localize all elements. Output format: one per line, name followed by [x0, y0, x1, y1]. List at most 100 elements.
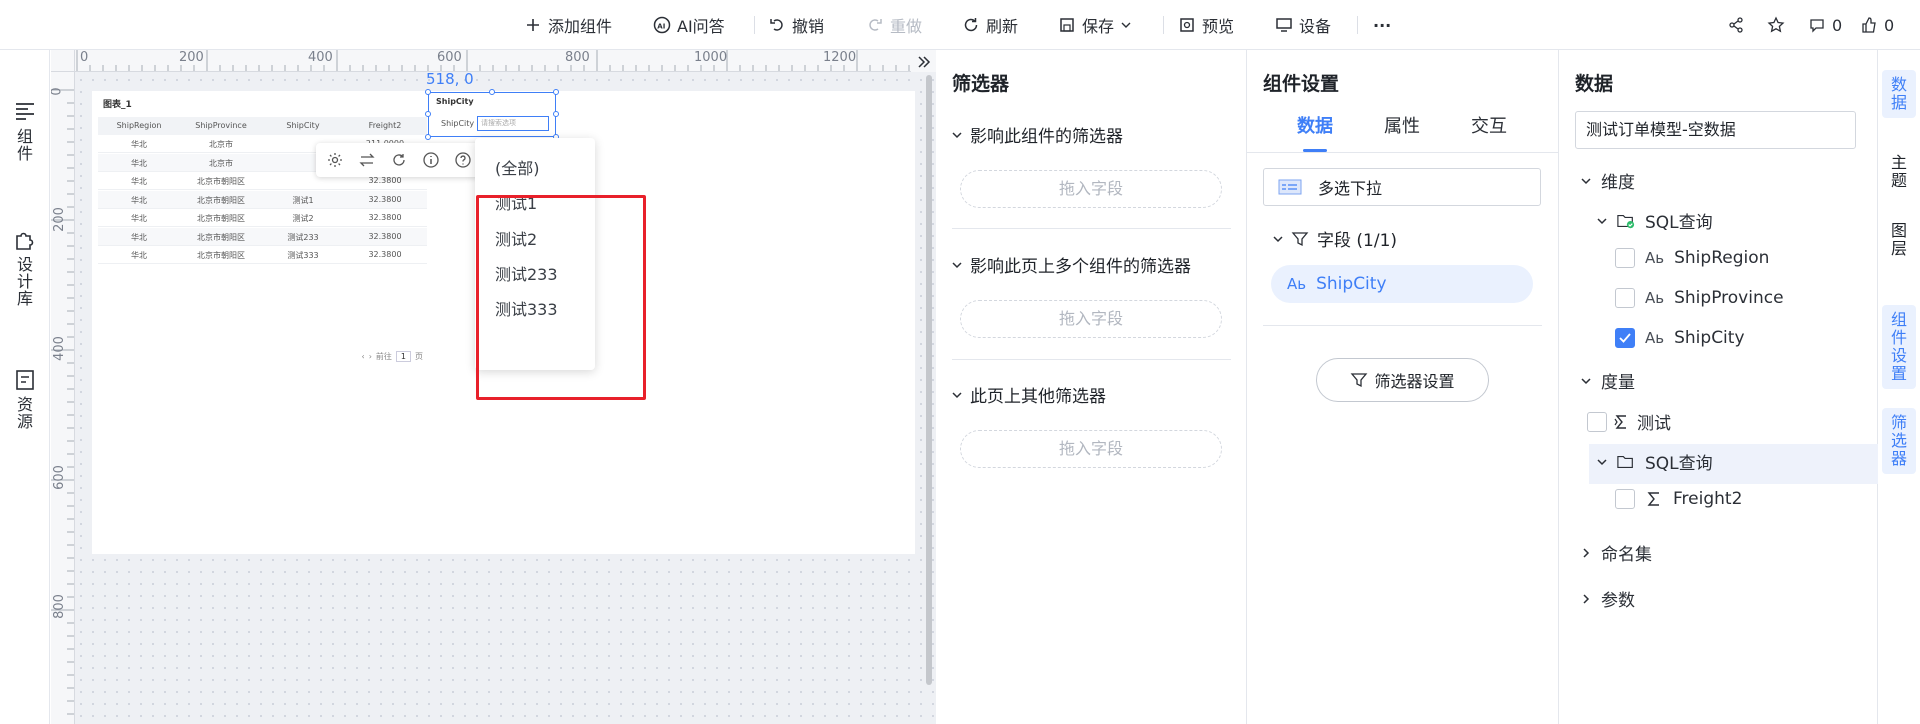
rail-resources-label: 资源	[17, 395, 34, 431]
table-cell: 华北	[131, 140, 147, 149]
dim-field-row[interactable]: Aь ShipCity	[1615, 328, 1745, 348]
canvas-scrollbar[interactable]	[926, 75, 932, 685]
ai-qa-button[interactable]: AI AI问答	[653, 13, 725, 37]
rail-resources[interactable]: 资源	[0, 368, 50, 430]
ruler-label: 0	[80, 50, 89, 65]
design-canvas[interactable]: 0 200 400 600 800 1000 1200 0 200 400 60…	[51, 50, 936, 724]
chevron-right-icon	[1583, 547, 1590, 558]
dimensions-group[interactable]: 维度	[1581, 168, 1635, 193]
widget-type-select[interactable]: 多选下拉	[1263, 168, 1541, 206]
rail-design-lib-label: 设计库	[17, 255, 34, 308]
info-icon[interactable]	[422, 151, 440, 169]
table-widget[interactable]: 图表_1 ShipRegion ShipProvince ShipCity Fr…	[94, 91, 427, 368]
add-component-button[interactable]: 添加组件	[524, 13, 612, 37]
resize-handle[interactable]	[425, 134, 431, 140]
measures-group[interactable]: 度量	[1581, 368, 1635, 393]
measure-checkbox[interactable]	[1587, 411, 1607, 432]
comments-button[interactable]: 0	[1808, 13, 1842, 37]
vtab-theme[interactable]: 主题	[1882, 148, 1916, 196]
preview-button[interactable]: 预览	[1178, 13, 1234, 37]
check-icon	[1619, 333, 1631, 343]
share-icon	[1727, 16, 1745, 34]
dim-checkbox[interactable]	[1615, 248, 1635, 268]
swap-icon[interactable]	[358, 151, 376, 169]
tab-data[interactable]: 数据	[1297, 112, 1333, 138]
vtab-filters[interactable]: 筛选器	[1882, 408, 1916, 474]
drop-zone[interactable]: 拖入字段	[960, 430, 1222, 468]
drop-zone[interactable]: 拖入字段	[960, 170, 1222, 208]
dropdown-option-all[interactable]: (全部)	[495, 155, 540, 179]
vtab-data[interactable]: 数据	[1882, 70, 1916, 118]
tab-interaction[interactable]: 交互	[1471, 112, 1507, 138]
pager-prev-icon[interactable]: ‹	[362, 352, 365, 361]
resize-handle[interactable]	[425, 111, 431, 117]
resize-handle[interactable]	[553, 111, 559, 117]
column-header[interactable]: ShipRegion	[98, 121, 180, 130]
ruler-corner	[51, 50, 75, 72]
like-button[interactable]: 0	[1860, 13, 1894, 37]
drop-zone[interactable]: 拖入字段	[960, 300, 1222, 338]
table-row[interactable]: 华北 北京市朝阳区 测试2 32.3800	[98, 209, 427, 227]
double-chevron-right-icon	[915, 53, 933, 71]
column-header[interactable]: ShipProvince	[180, 121, 262, 130]
save-button[interactable]: 保存	[1058, 13, 1132, 37]
params-group[interactable]: 参数	[1581, 586, 1635, 611]
folder-check-icon	[1617, 214, 1635, 228]
vtab-layers[interactable]: 图层	[1882, 216, 1916, 264]
undo-button[interactable]: 撤销	[768, 13, 824, 37]
dim-checkbox-checked[interactable]	[1615, 328, 1635, 348]
resize-handle[interactable]	[425, 89, 431, 95]
comment-icon	[1808, 16, 1826, 34]
measure-row[interactable]: 测试	[1587, 409, 1671, 434]
redo-button[interactable]: 重做	[866, 13, 922, 37]
help-icon[interactable]	[454, 151, 472, 169]
more-button[interactable]: ···	[1373, 13, 1391, 37]
tab-properties[interactable]: 属性	[1384, 112, 1420, 138]
column-header[interactable]: Freight2	[344, 121, 426, 130]
favorite-button[interactable]	[1767, 13, 1785, 37]
field-chip[interactable]: Aь ShipCity	[1271, 265, 1533, 303]
measure-field-row[interactable]: Freight2	[1615, 489, 1742, 509]
share-button[interactable]	[1727, 13, 1745, 37]
filter-widget[interactable]: ShipCity ShipCity 请搜索选项	[425, 89, 559, 140]
settings-icon[interactable]	[326, 151, 344, 169]
resize-handle[interactable]	[489, 89, 495, 95]
table-row[interactable]: 华北 北京市朝阳区 测试333 32.3800	[98, 246, 427, 264]
refresh-icon	[962, 16, 980, 34]
folder-open-icon	[1617, 455, 1633, 468]
measure-checkbox[interactable]	[1615, 489, 1635, 509]
table-cell: 华北	[131, 232, 147, 242]
chevron-down-icon	[952, 131, 962, 138]
dim-field-row[interactable]: Aь ShipRegion	[1615, 248, 1769, 268]
table-row[interactable]: 华北 北京市朝阳区 测试233 32.3800	[98, 227, 427, 246]
chevron-down-icon	[1581, 377, 1591, 384]
measure-sql-folder[interactable]: SQL查询	[1597, 449, 1713, 474]
canvas-collapse-button[interactable]	[911, 50, 936, 72]
device-button[interactable]: 设备	[1275, 13, 1331, 37]
rail-components[interactable]: 组件	[0, 100, 50, 162]
section-other-filters[interactable]: 此页上其他筛选器	[952, 382, 1106, 407]
dim-checkbox[interactable]	[1615, 288, 1635, 308]
dim-sql-folder[interactable]: SQL查询	[1597, 208, 1713, 233]
column-header[interactable]: ShipCity	[262, 121, 344, 130]
sigma-icon	[1614, 414, 1626, 429]
pager-next-icon[interactable]: ›	[369, 352, 372, 361]
fields-section[interactable]: 字段 (1/1)	[1273, 226, 1397, 251]
refresh-icon[interactable]	[390, 151, 408, 169]
divider	[952, 228, 1231, 229]
rail-design-lib[interactable]: 设计库	[0, 228, 50, 307]
filter-select-input[interactable]: 请搜索选项	[477, 116, 549, 131]
resize-handle[interactable]	[553, 89, 559, 95]
dim-field-row[interactable]: Aь ShipProvince	[1615, 288, 1784, 308]
section-page-filters[interactable]: 影响此页上多个组件的筛选器	[952, 252, 1191, 277]
pager-page-input[interactable]: 1	[395, 351, 411, 362]
filter-widget-title: ShipCity	[436, 97, 474, 106]
table-row[interactable]: 华北 北京市朝阳区 测试1 32.3800	[98, 190, 427, 209]
vtab-component-settings[interactable]: 组件设置	[1882, 305, 1916, 389]
section-component-filters[interactable]: 影响此组件的筛选器	[952, 122, 1123, 147]
filter-settings-button[interactable]: 筛选器设置	[1316, 358, 1489, 402]
toolbar-divider	[1357, 16, 1358, 34]
refresh-button[interactable]: 刷新	[962, 13, 1018, 37]
dataset-select[interactable]: 测试订单模型-空数据	[1575, 111, 1856, 149]
named-sets-group[interactable]: 命名集	[1581, 540, 1652, 565]
